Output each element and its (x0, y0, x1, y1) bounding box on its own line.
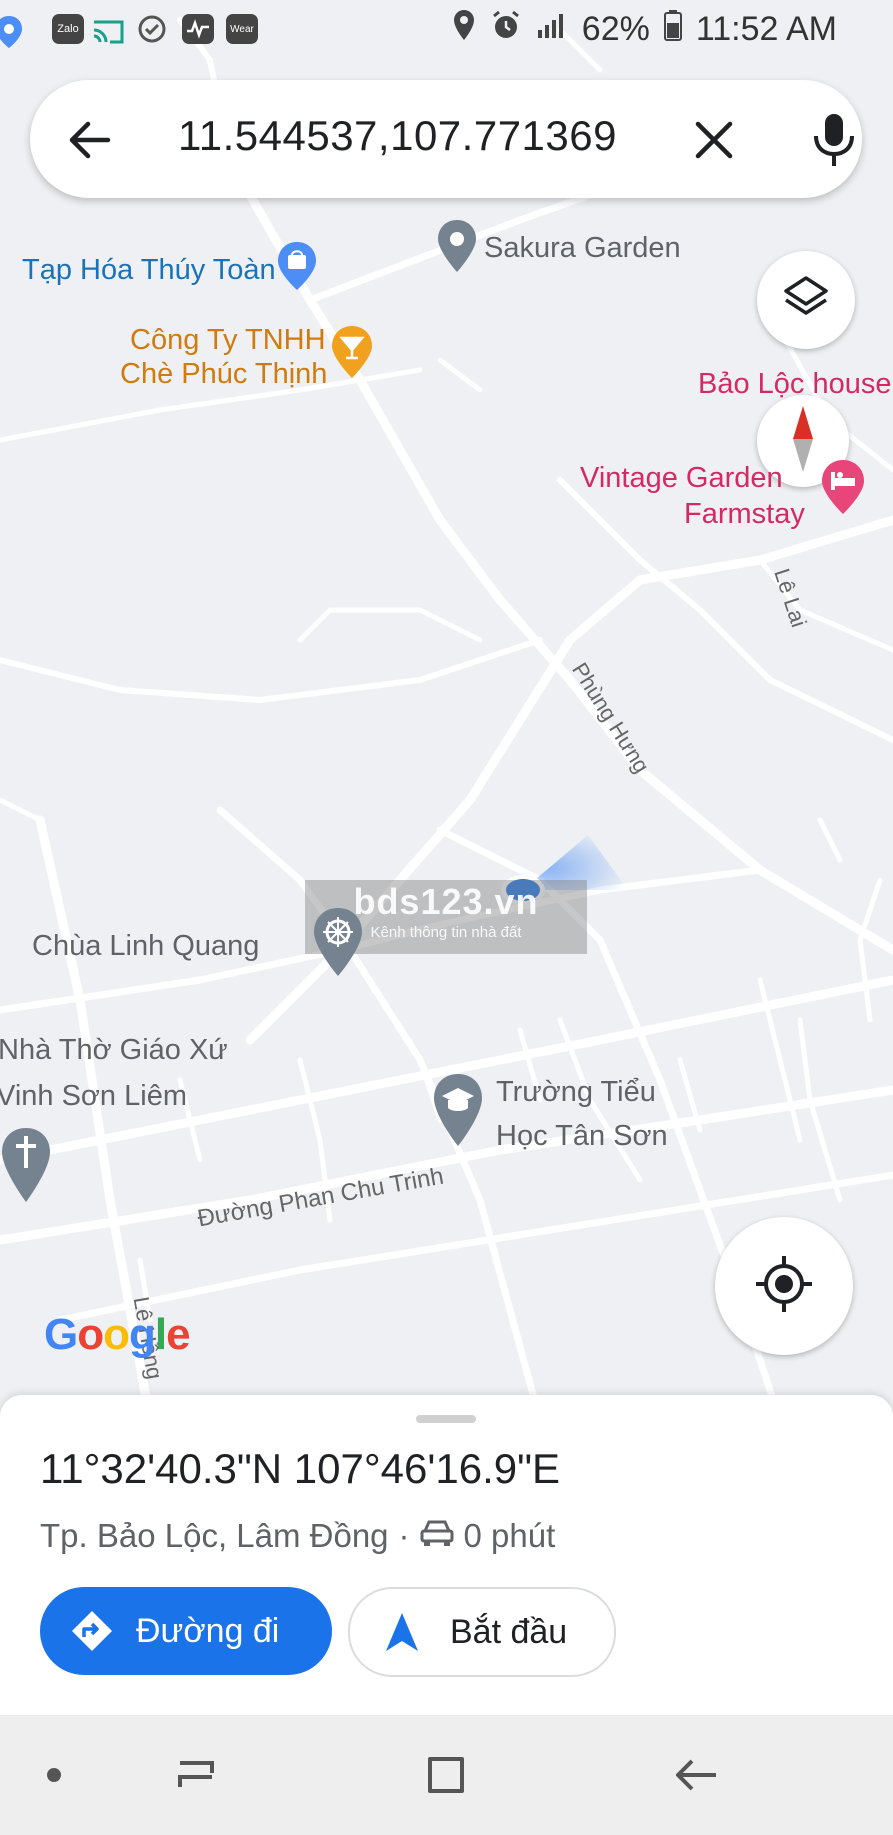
recent-apps-icon[interactable] (166, 1745, 226, 1805)
poi-label[interactable]: Công Ty TNHH (130, 322, 326, 358)
directions-icon (70, 1609, 114, 1653)
alarm-icon (490, 9, 522, 50)
poi-label[interactable]: Học Tân Sơn (496, 1118, 668, 1154)
directions-label: Đường đi (136, 1611, 280, 1650)
layers-icon (781, 273, 831, 328)
home-icon[interactable] (416, 1745, 476, 1805)
poi-label[interactable]: Chùa Linh Quang (32, 928, 259, 964)
sheet-handle[interactable] (416, 1415, 476, 1423)
directions-button[interactable]: Đường đi (40, 1587, 332, 1675)
status-right: 62% 11:52 AM (452, 8, 837, 51)
back-arrow-icon[interactable] (66, 116, 114, 164)
location-pin-icon[interactable] (436, 218, 478, 279)
road-network (0, 17, 893, 1420)
zalo-icon: Zalo (52, 14, 84, 44)
wear-icon: Wear (226, 14, 258, 44)
place-sheet[interactable]: 11°32'40.3"N 107°46'16.9"E Tp. Bảo Lộc, … (0, 1395, 893, 1715)
battery-icon (663, 9, 682, 50)
drink-pin-icon[interactable] (330, 324, 374, 385)
status-bar: Zalo Wear 62% 11:52 AM (0, 0, 893, 60)
car-icon (420, 1517, 454, 1555)
location-pin-icon (0, 14, 24, 55)
shopping-bag-pin-icon[interactable] (276, 240, 318, 297)
layers-button[interactable] (757, 251, 855, 349)
start-label: Bắt đầu (450, 1612, 568, 1651)
dot-icon[interactable] (24, 1745, 84, 1805)
school-pin-icon[interactable] (432, 1072, 484, 1153)
poi-label[interactable]: Nhà Thờ Giáo Xứ (0, 1032, 228, 1068)
search-bar[interactable]: 11.544537,107.771369 (30, 80, 862, 198)
google-logo: Google (44, 1310, 191, 1359)
back-icon[interactable] (666, 1745, 726, 1805)
poi-label[interactable]: Sakura Garden (484, 230, 681, 266)
clock: 11:52 AM (695, 10, 837, 48)
signal-icon (536, 10, 568, 49)
poi-label[interactable]: Bảo Lộc house (698, 366, 891, 402)
separator: · (398, 1517, 410, 1554)
map-view[interactable]: Zalo Wear 62% 11:52 AM 11.544537,107.771… (0, 0, 893, 1420)
poi-label[interactable]: Chè Phúc Thịnh (120, 356, 327, 392)
crosshair-icon (754, 1254, 814, 1319)
poi-label[interactable]: Vinh Sơn Liêm (0, 1078, 187, 1114)
my-location-button[interactable] (715, 1217, 853, 1355)
start-button[interactable]: Bắt đầu (348, 1587, 616, 1677)
poi-label[interactable]: Tạp Hóa Thúy Toàn (22, 252, 276, 288)
navigation-arrow-icon (384, 1611, 420, 1653)
search-input[interactable]: 11.544537,107.771369 (178, 112, 617, 160)
pulse-icon (182, 14, 214, 44)
battery-percent: 62% (581, 10, 650, 48)
cast-icon (92, 14, 124, 44)
coordinates-title: 11°32'40.3"N 107°46'16.9"E (40, 1445, 561, 1492)
mic-icon[interactable] (806, 110, 862, 170)
hotel-pin-icon[interactable] (820, 458, 866, 521)
poi-label[interactable]: Trường Tiểu (496, 1074, 656, 1110)
place-subtitle: Tp. Bảo Lộc, Lâm Đồng · 0 phút (40, 1517, 555, 1555)
compass-icon (783, 404, 823, 479)
place-name: Tp. Bảo Lộc, Lâm Đồng (40, 1517, 389, 1554)
poi-label[interactable]: Farmstay (684, 496, 805, 532)
poi-label[interactable]: Vintage Garden (580, 460, 783, 496)
location-status-icon (452, 8, 476, 51)
system-nav-bar (0, 1715, 893, 1835)
church-pin-icon[interactable] (0, 1126, 52, 1209)
travel-time: 0 phút (463, 1517, 556, 1554)
close-icon[interactable] (690, 116, 738, 164)
temple-pin-icon[interactable] (312, 906, 364, 983)
check-circle-icon (136, 14, 168, 44)
